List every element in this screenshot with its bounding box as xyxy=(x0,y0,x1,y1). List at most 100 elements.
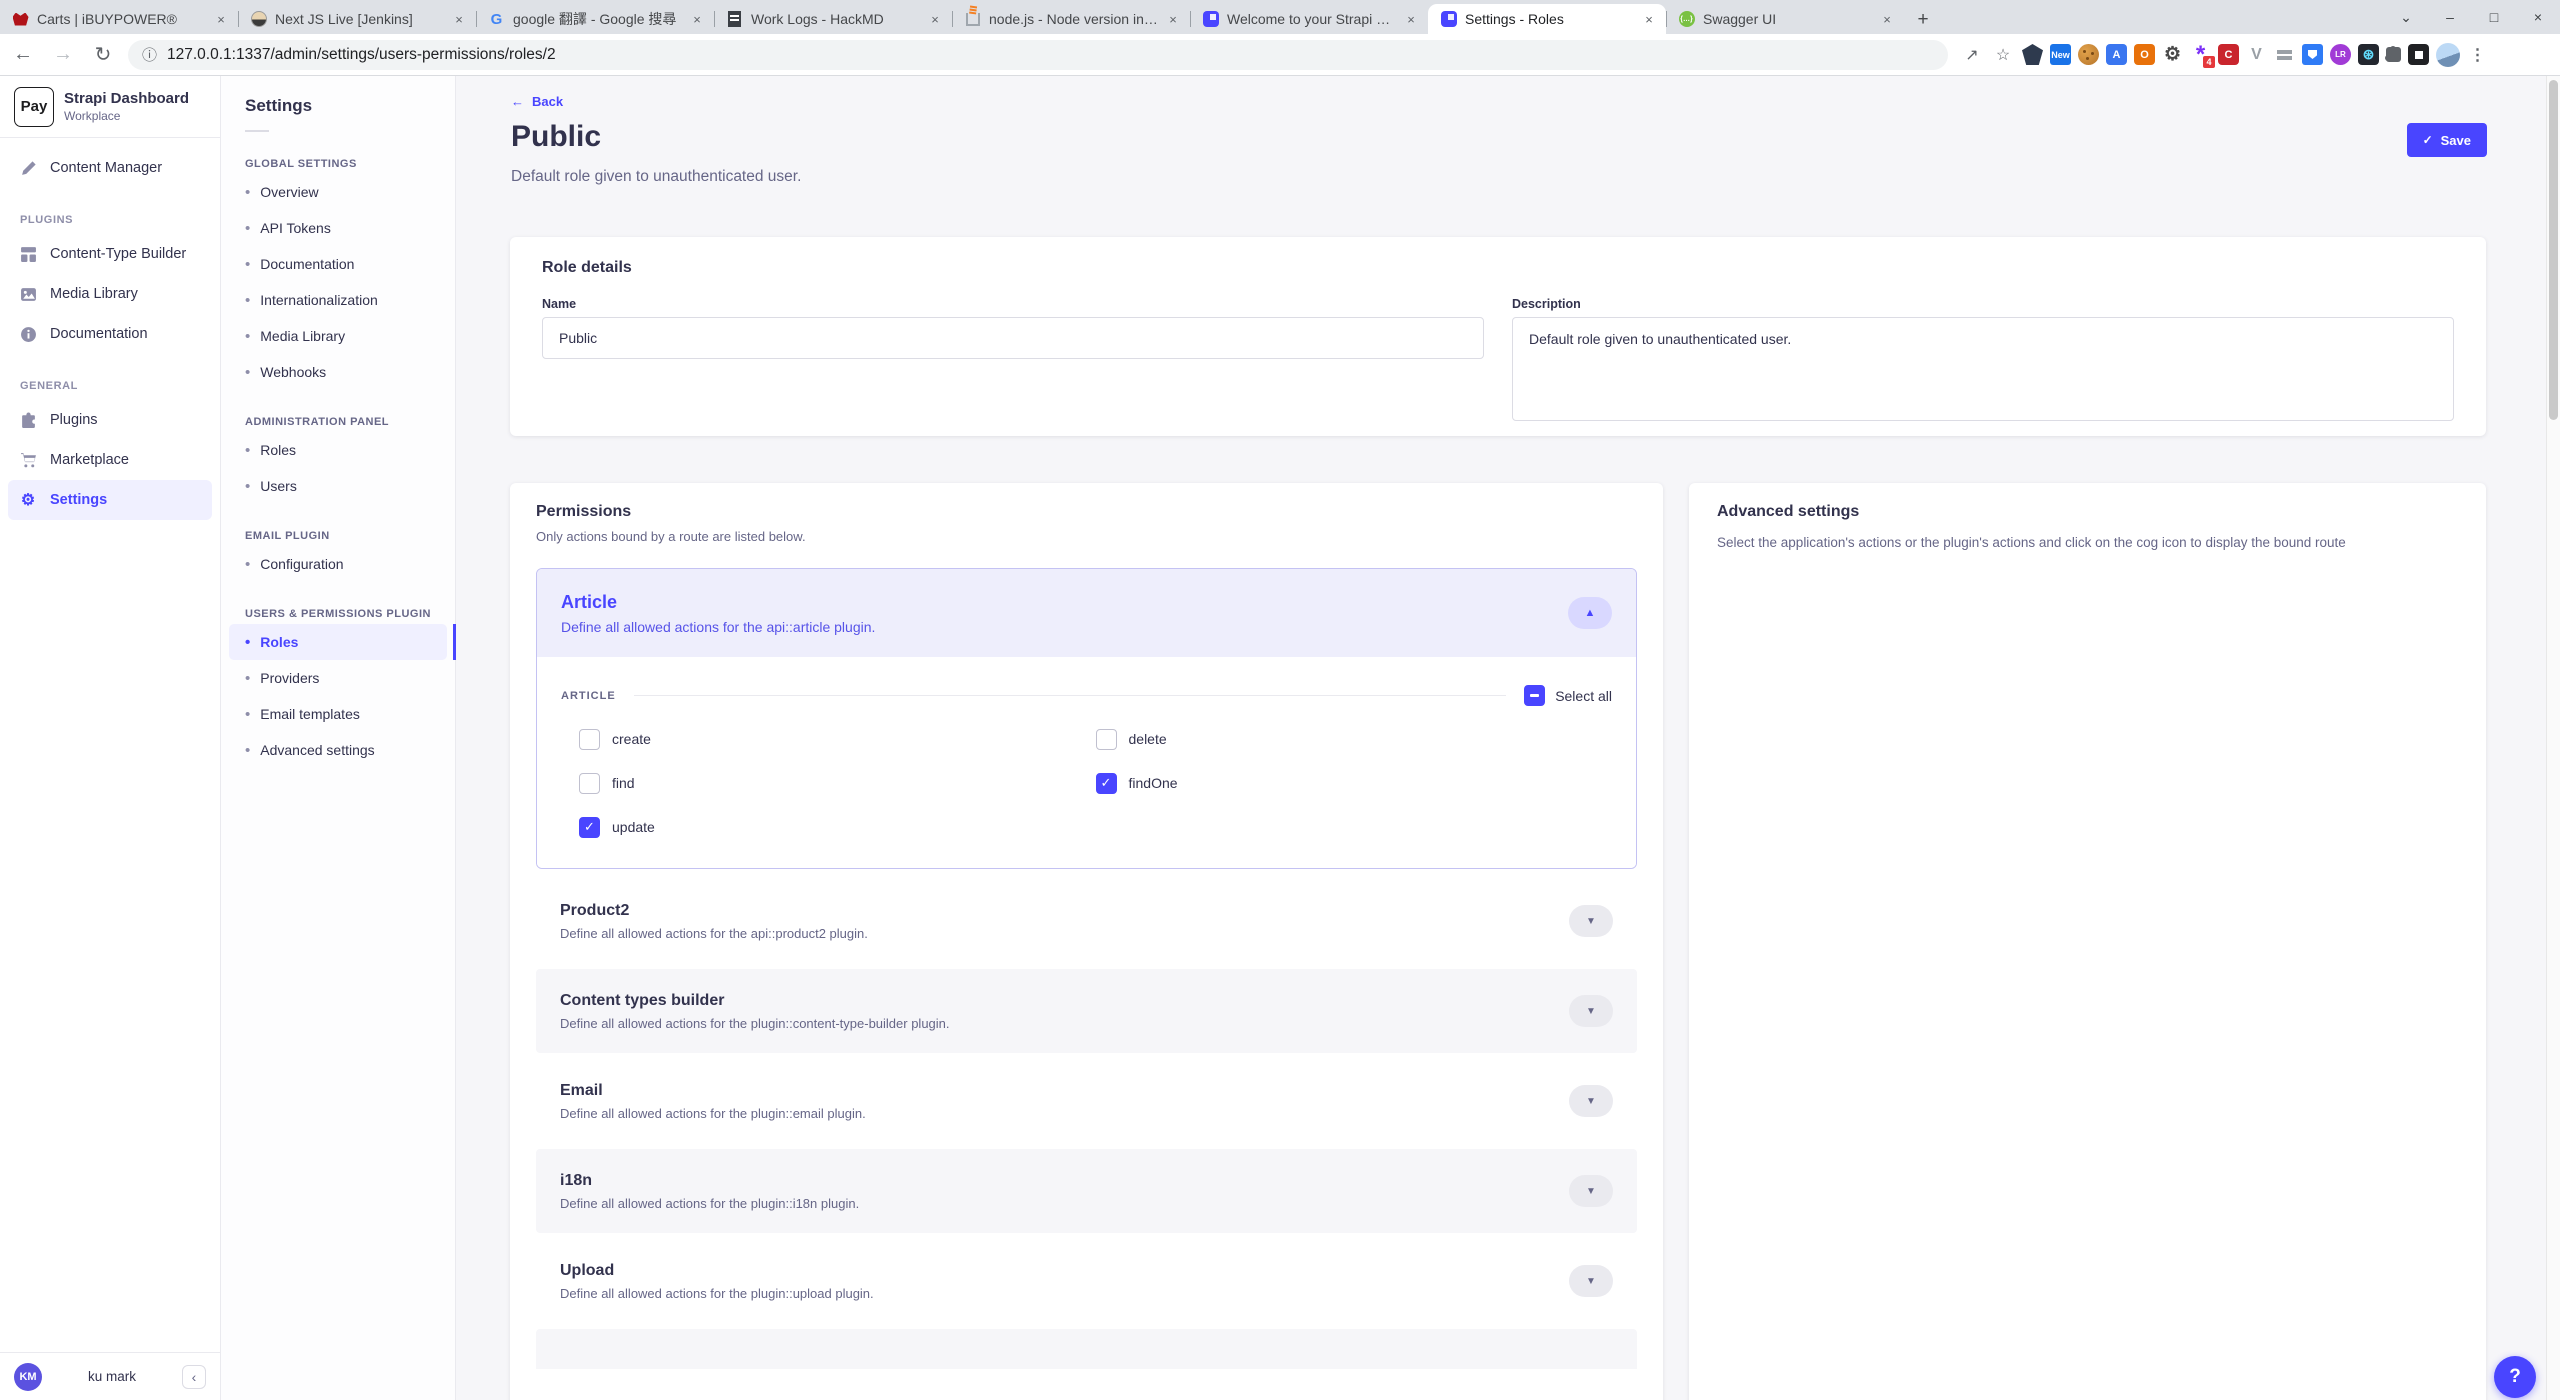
close-tab-icon[interactable]: × xyxy=(926,10,944,28)
browser-reload-icon[interactable]: ↻ xyxy=(86,38,120,72)
description-field[interactable]: Default role given to unauthenticated us… xyxy=(1512,317,2454,421)
ext-gray-bars-icon[interactable] xyxy=(2274,44,2295,65)
subnav-item-up-roles-active[interactable]: •Roles xyxy=(229,624,447,660)
accordion-item-email[interactable]: Email Define all allowed actions for the… xyxy=(536,1059,1637,1143)
sidebar-item-media-library[interactable]: Media Library xyxy=(8,274,212,314)
address-bar[interactable]: ⓘ 127.0.0.1:1337/admin/settings/users-pe… xyxy=(128,40,1948,70)
tab-settings-roles-active[interactable]: Settings - Roles × xyxy=(1428,4,1666,34)
expand-accordion-button[interactable]: ▼ xyxy=(1569,1265,1613,1297)
close-tab-icon[interactable]: × xyxy=(1640,10,1658,28)
accordion-item-product2[interactable]: Product2 Define all allowed actions for … xyxy=(536,879,1637,963)
ext-new-badge-icon[interactable]: New xyxy=(2050,44,2071,65)
role-details-card: Role details Name Description Default ro… xyxy=(510,237,2486,436)
ext-purple-asterisk-icon[interactable]: *4 xyxy=(2190,44,2211,65)
find-checkbox[interactable] xyxy=(579,773,600,794)
tab-google-translate[interactable]: G google 翻譯 - Google 搜尋 × xyxy=(476,4,714,34)
expand-accordion-button[interactable]: ▼ xyxy=(1569,995,1613,1027)
accordion-article-header[interactable]: Article Define all allowed actions for t… xyxy=(537,569,1636,657)
select-all-control[interactable]: Select all xyxy=(1524,685,1612,706)
accordion-description: Define all allowed actions for the plugi… xyxy=(560,1106,1569,1121)
close-tab-icon[interactable]: × xyxy=(1878,10,1896,28)
close-tab-icon[interactable]: × xyxy=(1402,10,1420,28)
window-close-icon[interactable]: × xyxy=(2516,0,2560,34)
subnav-item-api-tokens[interactable]: •API Tokens xyxy=(229,210,447,246)
caret-up-icon: ▲ xyxy=(1585,607,1596,619)
window-maximize-icon[interactable]: □ xyxy=(2472,0,2516,34)
tab-swagger[interactable]: {…} Swagger UI × xyxy=(1666,4,1904,34)
scrollbar-thumb[interactable] xyxy=(2549,80,2558,420)
accordion-item-content-types-builder[interactable]: Content types builder Define all allowed… xyxy=(536,969,1637,1053)
collapse-sidebar-button[interactable]: ‹ xyxy=(182,1365,206,1389)
help-button[interactable]: ? xyxy=(2494,1356,2536,1398)
select-all-checkbox[interactable] xyxy=(1524,685,1545,706)
subnav-item-webhooks[interactable]: •Webhooks xyxy=(229,354,447,390)
sidebar-item-plugins[interactable]: Plugins xyxy=(8,400,212,440)
subnav-item-email-templates[interactable]: •Email templates xyxy=(229,696,447,732)
subnav-item-configuration[interactable]: •Configuration xyxy=(229,546,447,582)
delete-checkbox[interactable] xyxy=(1096,729,1117,750)
close-tab-icon[interactable]: × xyxy=(1164,10,1182,28)
subnav-item-advanced-settings[interactable]: •Advanced settings xyxy=(229,732,447,768)
caret-down-icon: ▼ xyxy=(1586,1186,1596,1197)
back-link[interactable]: ← Back xyxy=(511,94,563,109)
ext-blue-tag-icon[interactable] xyxy=(2302,44,2323,65)
expand-accordion-button[interactable]: ▼ xyxy=(1569,905,1613,937)
new-tab-button[interactable]: + xyxy=(1908,6,1938,34)
site-info-icon[interactable]: ⓘ xyxy=(142,44,157,65)
expand-accordion-button[interactable]: ▼ xyxy=(1569,1175,1613,1207)
subnav-item-admin-users[interactable]: •Users xyxy=(229,468,447,504)
user-avatar[interactable]: KM xyxy=(14,1363,42,1391)
sidebar-item-content-manager[interactable]: Content Manager xyxy=(8,148,212,188)
ext-gray-v-icon[interactable]: V xyxy=(2246,44,2267,65)
close-tab-icon[interactable]: × xyxy=(450,10,468,28)
subnav-item-media-library[interactable]: •Media Library xyxy=(229,318,447,354)
ext-orange-o-icon[interactable]: O xyxy=(2134,44,2155,65)
tab-stackoverflow[interactable]: node.js - Node version incompat... × xyxy=(952,4,1190,34)
url-text[interactable]: 127.0.0.1:1337/admin/settings/users-perm… xyxy=(167,46,556,64)
browser-menu-icon[interactable]: ⋮ xyxy=(2467,44,2488,65)
bookmark-star-icon[interactable]: ☆ xyxy=(1991,43,2015,67)
ext-lr-purple-icon[interactable]: LR xyxy=(2330,44,2351,65)
close-tab-icon[interactable]: × xyxy=(688,10,706,28)
ext-dark-shield-icon[interactable] xyxy=(2022,44,2043,65)
window-minimize-icon[interactable]: – xyxy=(2428,0,2472,34)
accordion-item-upload[interactable]: Upload Define all allowed actions for th… xyxy=(536,1239,1637,1323)
profile-avatar[interactable] xyxy=(2436,43,2460,67)
ext-translate-icon[interactable]: A xyxy=(2106,44,2127,65)
create-checkbox[interactable] xyxy=(579,729,600,750)
sidebar-item-settings[interactable]: ⚙ Settings xyxy=(8,480,212,520)
ext-dark-square-icon[interactable] xyxy=(2408,44,2429,65)
update-checkbox[interactable]: ✓ xyxy=(579,817,600,838)
tab-strapi-welcome[interactable]: Welcome to your Strapi app × xyxy=(1190,4,1428,34)
subnav-item-overview[interactable]: •Overview xyxy=(229,174,447,210)
window-menu-icon[interactable]: ⌄ xyxy=(2384,0,2428,34)
subnav-item-internationalization[interactable]: •Internationalization xyxy=(229,282,447,318)
collapse-accordion-button[interactable]: ▲ xyxy=(1568,597,1612,629)
subnav-item-providers[interactable]: •Providers xyxy=(229,660,447,696)
extensions-puzzle-icon[interactable] xyxy=(2386,47,2401,62)
tab-ibuypower[interactable]: Carts | iBUYPOWER® × xyxy=(0,4,238,34)
sidebar-item-content-type-builder[interactable]: Content-Type Builder xyxy=(8,234,212,274)
subnav-item-admin-roles[interactable]: •Roles xyxy=(229,432,447,468)
accordion-item-i18n[interactable]: i18n Define all allowed actions for the … xyxy=(536,1149,1637,1233)
ext-cookie-icon[interactable] xyxy=(2078,44,2099,65)
share-icon[interactable]: ↗ xyxy=(1960,43,1984,67)
sidebar-item-documentation[interactable]: Documentation xyxy=(8,314,212,354)
save-button[interactable]: ✓ Save xyxy=(2407,123,2487,157)
ext-gear-icon[interactable]: ⚙ xyxy=(2162,44,2183,65)
subnav-item-documentation[interactable]: •Documentation xyxy=(229,246,447,282)
expand-accordion-button[interactable]: ▼ xyxy=(1569,1085,1613,1117)
sidebar-item-label: Plugins xyxy=(50,412,98,428)
sidebar-item-marketplace[interactable]: Marketplace xyxy=(8,440,212,480)
workspace-header[interactable]: Pay Strapi Dashboard Workplace xyxy=(0,76,220,138)
accordion-item-partial[interactable] xyxy=(536,1329,1637,1369)
close-tab-icon[interactable]: × xyxy=(212,10,230,28)
findone-checkbox[interactable]: ✓ xyxy=(1096,773,1117,794)
page-scrollbar[interactable] xyxy=(2546,76,2560,1400)
browser-back-icon[interactable]: ← xyxy=(6,38,40,72)
tab-hackmd[interactable]: Work Logs - HackMD × xyxy=(714,4,952,34)
name-field[interactable] xyxy=(542,317,1484,359)
ext-react-icon[interactable]: ⊛ xyxy=(2358,44,2379,65)
tab-jenkins[interactable]: Next JS Live [Jenkins] × xyxy=(238,4,476,34)
ext-red-c-icon[interactable]: C xyxy=(2218,44,2239,65)
